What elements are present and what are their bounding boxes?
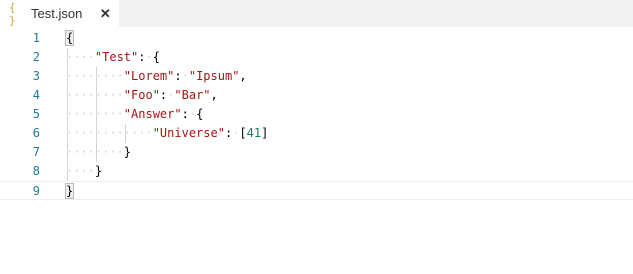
line-number: 8 <box>32 164 40 178</box>
indent-guide <box>67 48 68 181</box>
code-line[interactable]: 8 ····} <box>0 162 633 181</box>
code-text: } <box>64 182 75 201</box>
code-token: "Universe" <box>152 126 225 140</box>
code-text: ········} <box>66 143 131 162</box>
code-token: { <box>196 107 204 121</box>
tab-bar: { } Test.json ✕ <box>0 0 633 27</box>
code-token: : <box>181 107 189 121</box>
json-file-icon: { } <box>9 0 16 27</box>
code-token: "Ipsum" <box>188 69 240 83</box>
line-number: 5 <box>32 107 40 121</box>
line-number: 6 <box>32 126 40 140</box>
code-token: · <box>181 69 189 83</box>
code-token: 41 <box>246 126 262 140</box>
indent-guide <box>124 124 126 143</box>
code-token: , <box>210 88 218 102</box>
code-text: ····"Test":·{ <box>66 48 160 67</box>
line-number: 3 <box>32 69 40 83</box>
code-token: [ <box>239 126 247 140</box>
code-text: { <box>64 29 75 48</box>
whitespace-marker: ············ <box>66 126 153 140</box>
line-number: 1 <box>32 31 40 45</box>
code-token: , <box>239 69 247 83</box>
line-number: 2 <box>32 50 40 64</box>
whitespace-marker: ···· <box>66 50 95 64</box>
code-token: { <box>64 30 75 46</box>
line-number: 9 <box>32 184 40 198</box>
code-text: ········"Lorem":·"Ipsum", <box>66 67 247 86</box>
line-number: 7 <box>32 145 40 159</box>
close-icon[interactable]: ✕ <box>97 6 113 22</box>
code-text: ········"Foo":·"Bar", <box>66 86 218 105</box>
whitespace-marker: ···· <box>66 164 95 178</box>
line-number: 4 <box>32 88 40 102</box>
tab-label: Test.json <box>31 6 83 21</box>
code-token: "Foo" <box>123 88 160 102</box>
code-text: ········"Answer":·{ <box>66 105 203 124</box>
tab-test-json[interactable]: { } Test.json ✕ <box>0 0 119 27</box>
code-token: } <box>123 145 132 159</box>
code-line[interactable]: 1{ <box>0 29 633 48</box>
indent-guide <box>95 67 97 162</box>
code-token: "Lorem" <box>123 69 175 83</box>
code-editor[interactable]: 1{2····"Test":·{3········"Lorem":·"Ipsum… <box>0 27 633 274</box>
code-line[interactable]: 9} <box>0 181 633 200</box>
code-text: ····} <box>66 162 102 181</box>
code-token: { <box>152 50 160 64</box>
code-token: } <box>94 164 103 178</box>
code-token: · <box>145 50 153 64</box>
code-token: "Answer" <box>123 107 182 121</box>
code-token: ] <box>261 126 269 140</box>
code-token: : <box>138 50 146 64</box>
code-token: · <box>188 107 197 121</box>
code-line[interactable]: 2 ····"Test":·{ <box>0 48 633 67</box>
code-token: : <box>174 69 182 83</box>
code-token: "Test" <box>94 50 139 64</box>
code-token: "Bar" <box>174 88 211 102</box>
code-token: } <box>64 183 75 199</box>
